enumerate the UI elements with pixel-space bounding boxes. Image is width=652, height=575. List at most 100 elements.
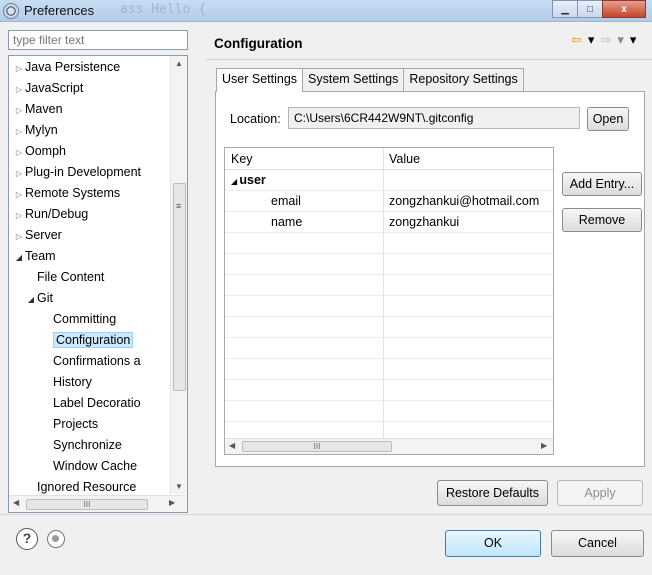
- tree-item[interactable]: ◢ Git: [25, 288, 53, 308]
- add-entry-button[interactable]: Add Entry...: [562, 172, 642, 196]
- tree-item[interactable]: ▷ JavaScript: [13, 78, 83, 98]
- table-cell-key: email: [271, 194, 301, 208]
- table-scroll-right-arrow-icon[interactable]: ▶: [541, 441, 547, 450]
- back-menu-chevron-icon[interactable]: ▾: [588, 33, 595, 47]
- title-separator: [205, 59, 652, 60]
- tree-item-label: Synchronize: [53, 438, 122, 452]
- expand-chevron-icon[interactable]: ▷: [13, 206, 25, 226]
- scroll-down-arrow-icon[interactable]: ▼: [175, 482, 183, 491]
- tree-item[interactable]: File Content: [25, 267, 104, 287]
- help-icon[interactable]: ?: [16, 528, 38, 550]
- forward-menu-chevron-icon[interactable]: ▾: [617, 33, 624, 47]
- restore-defaults-button[interactable]: Restore Defaults: [437, 480, 548, 506]
- empty-table-row[interactable]: [225, 401, 553, 422]
- tree-item[interactable]: Ignored Resource: [25, 477, 136, 497]
- empty-table-row[interactable]: [225, 317, 553, 338]
- table-cell-value: zongzhankui@hotmail.com: [389, 194, 540, 208]
- expand-chevron-icon[interactable]: ▷: [13, 185, 25, 205]
- expand-chevron-icon[interactable]: ▷: [13, 227, 25, 247]
- tree-item-label: Projects: [53, 417, 99, 431]
- close-window-button[interactable]: x: [602, 0, 646, 18]
- collapse-chevron-icon[interactable]: ◢: [25, 290, 37, 310]
- tree-item[interactable]: ▷ Plug-in Development: [13, 162, 141, 182]
- tree-item[interactable]: Label Decoratio: [41, 393, 141, 413]
- tree-item-label: Committing: [53, 312, 117, 326]
- cancel-button[interactable]: Cancel: [551, 530, 644, 557]
- tree-item-label: Configuration: [53, 332, 134, 348]
- tree-item[interactable]: ▷ Server: [13, 225, 62, 245]
- expand-chevron-icon[interactable]: ▷: [13, 80, 25, 100]
- tree-horizontal-scrollbar[interactable]: ◀ III ▶: [9, 495, 187, 512]
- empty-table-row[interactable]: [225, 254, 553, 275]
- expand-chevron-icon[interactable]: ▷: [13, 101, 25, 121]
- tree-item[interactable]: ▷ Run/Debug: [13, 204, 88, 224]
- tree-item[interactable]: ▷ Oomph: [13, 141, 66, 161]
- tree-item[interactable]: Committing: [41, 309, 116, 329]
- tree-item[interactable]: ◢ Team: [13, 246, 56, 266]
- table-hscroll-thumb[interactable]: III: [242, 441, 392, 452]
- expand-chevron-icon[interactable]: ▷: [13, 143, 25, 163]
- tree-vscroll-thumb[interactable]: [173, 183, 186, 391]
- table-row[interactable]: email zongzhankui@hotmail.com: [225, 191, 553, 212]
- maximize-button[interactable]: □: [577, 0, 603, 18]
- ok-button[interactable]: OK: [445, 530, 541, 557]
- expand-chevron-icon[interactable]: ▷: [13, 164, 25, 184]
- tree-item-label: History: [53, 375, 92, 389]
- back-arrow-icon[interactable]: ⇦: [571, 33, 582, 47]
- open-button[interactable]: Open: [587, 107, 629, 131]
- window-controls: ▁ □ x: [552, 0, 646, 20]
- empty-table-row[interactable]: [225, 296, 553, 317]
- window-title: Preferences: [24, 3, 95, 18]
- minimize-button[interactable]: ▁: [552, 0, 578, 18]
- tree-item[interactable]: ▷ Java Persistence: [13, 57, 120, 77]
- empty-table-row[interactable]: [225, 275, 553, 296]
- empty-table-row[interactable]: [225, 359, 553, 380]
- empty-table-row[interactable]: [225, 380, 553, 401]
- location-label: Location:: [230, 112, 281, 126]
- table-cell-value: [389, 170, 553, 190]
- tree-item[interactable]: Synchronize: [41, 435, 122, 455]
- column-header-value[interactable]: Value: [383, 148, 553, 170]
- apply-button[interactable]: Apply: [557, 480, 643, 506]
- tree-item-label: Oomph: [25, 144, 66, 158]
- table-header: Key Value: [225, 148, 553, 170]
- eclipse-app-icon: [3, 3, 19, 19]
- preference-tree[interactable]: Ignored Resource Window Cache Synchronize P…: [8, 55, 188, 513]
- user-settings-panel: Location: C:\Users\6CR442W9NT\.gitconfig…: [215, 91, 645, 467]
- column-header-key[interactable]: Key: [225, 148, 383, 170]
- empty-table-row[interactable]: [225, 338, 553, 359]
- filter-input[interactable]: [8, 30, 188, 50]
- remove-button[interactable]: Remove: [562, 208, 642, 232]
- tree-item[interactable]: Window Cache: [41, 456, 137, 476]
- tree-item-label: JavaScript: [25, 81, 84, 95]
- tree-item[interactable]: History: [41, 372, 92, 392]
- config-table[interactable]: Key Value ◢ user email zongzhankui@hotmail…: [224, 147, 554, 455]
- tree-item[interactable]: Projects: [41, 414, 98, 434]
- table-row[interactable]: name zongzhankui: [225, 212, 553, 233]
- tab-user-settings[interactable]: User Settings: [216, 68, 304, 92]
- scroll-left-arrow-icon[interactable]: ◀: [13, 498, 19, 507]
- expand-chevron-icon[interactable]: ▷: [13, 59, 25, 79]
- tree-item-label: Remote Systems: [25, 186, 121, 200]
- tree-vertical-scrollbar[interactable]: ▲ ≡ ▼: [170, 56, 187, 494]
- tree-item[interactable]: ▷ Mylyn: [13, 120, 58, 140]
- scroll-up-arrow-icon[interactable]: ▲: [175, 59, 183, 68]
- table-scroll-left-arrow-icon[interactable]: ◀: [229, 441, 235, 450]
- tree-item[interactable]: ▷ Remote Systems: [13, 183, 120, 203]
- view-menu-chevron-icon[interactable]: ▾: [630, 33, 637, 47]
- tree-item[interactable]: ▷ Maven: [13, 99, 63, 119]
- tree-hscroll-thumb[interactable]: III: [26, 499, 148, 510]
- table-cell-value: zongzhankui: [389, 215, 460, 229]
- expand-chevron-icon[interactable]: ▷: [13, 122, 25, 142]
- tree-item[interactable]: Configuration: [41, 330, 134, 350]
- empty-table-row[interactable]: [225, 233, 553, 254]
- tab-repository-settings[interactable]: Repository Settings: [403, 68, 524, 91]
- scroll-right-arrow-icon[interactable]: ▶: [169, 498, 175, 507]
- tab-system-settings[interactable]: System Settings: [302, 68, 405, 91]
- collapse-chevron-icon[interactable]: ◢: [13, 248, 25, 268]
- record-macro-icon[interactable]: [47, 530, 65, 548]
- tree-item[interactable]: Confirmations a: [41, 351, 141, 371]
- table-row[interactable]: ◢ user: [225, 170, 553, 191]
- table-horizontal-scrollbar[interactable]: ◀ III ▶: [225, 438, 553, 454]
- forward-arrow-icon[interactable]: ⇨: [600, 33, 611, 47]
